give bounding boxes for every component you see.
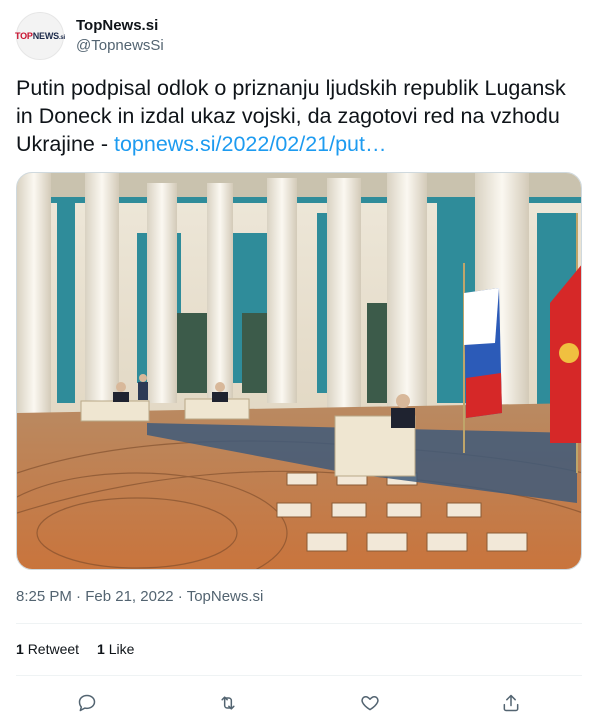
- avatar-logo: TOPNEWS.si: [14, 30, 66, 41]
- retweet-count: 1: [16, 641, 24, 657]
- retweet-button[interactable]: [211, 686, 245, 720]
- like-stat[interactable]: 1 Like: [97, 641, 134, 657]
- tweet-header: TOPNEWS.si TopNews.si @TopnewsSi: [14, 12, 164, 60]
- avatar[interactable]: TOPNEWS.si: [14, 12, 66, 60]
- handle[interactable]: @TopnewsSi: [76, 36, 164, 56]
- tweet-stats: 1 Retweet 1 Like: [16, 641, 134, 657]
- separator: ·: [71, 588, 86, 605]
- like-icon: [361, 696, 379, 711]
- tweet-photo[interactable]: [16, 172, 582, 570]
- reply-icon: [78, 694, 95, 712]
- like-label: Like: [108, 641, 135, 657]
- tweet-link[interactable]: topnews.si/2022/02/21/put…: [114, 132, 387, 156]
- separator: ·: [173, 588, 187, 605]
- tweet-time[interactable]: 8:25 PM: [16, 588, 72, 605]
- share-button[interactable]: [494, 686, 528, 720]
- share-icon: [503, 694, 519, 712]
- reply-button[interactable]: [70, 686, 104, 720]
- tweet-timestamp[interactable]: 8:25 PM · Feb 21, 2022 · TopNews.si: [16, 588, 263, 605]
- photo-kremlin-hall: [17, 173, 581, 569]
- like-button[interactable]: [353, 686, 387, 720]
- tweet-text: Putin podpisal odlok o priznanju ljudski…: [16, 74, 582, 158]
- display-name[interactable]: TopNews.si: [76, 16, 164, 36]
- divider: [16, 675, 582, 676]
- tweet-date[interactable]: Feb 21, 2022: [85, 588, 173, 605]
- divider: [16, 623, 582, 624]
- like-count: 1: [97, 641, 105, 657]
- retweet-icon: [221, 696, 235, 710]
- retweet-label: Retweet: [27, 641, 80, 657]
- tweet-source[interactable]: TopNews.si: [187, 588, 264, 605]
- account-names: TopNews.si @TopnewsSi: [76, 16, 164, 56]
- tweet-actions: [16, 686, 582, 720]
- retweet-stat[interactable]: 1 Retweet: [16, 641, 79, 657]
